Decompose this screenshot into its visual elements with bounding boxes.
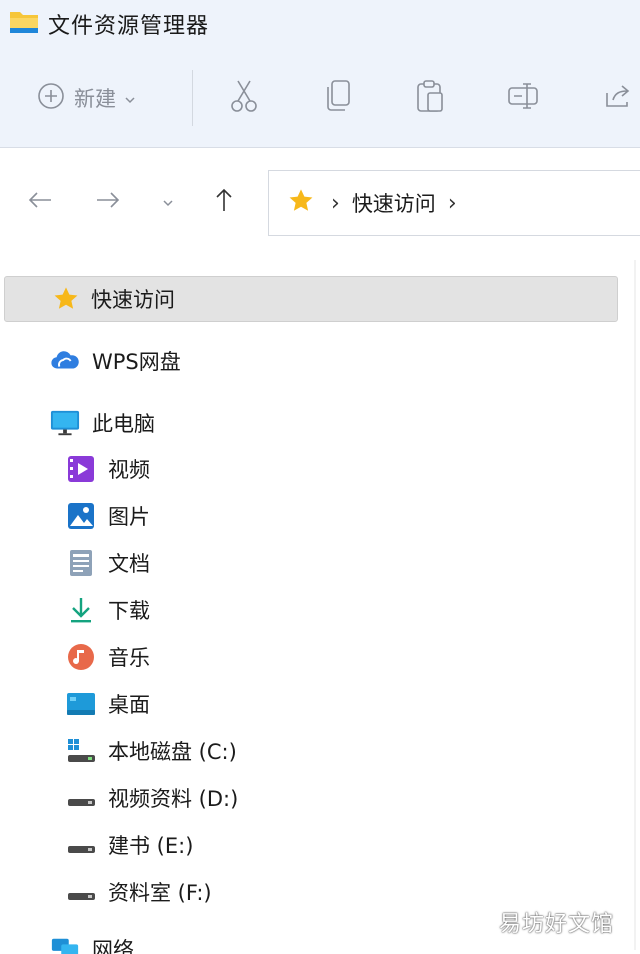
chevron-down-icon	[124, 89, 136, 108]
sidebar-item-drive-e[interactable]: 建书 (E:)	[0, 822, 640, 868]
back-button[interactable]	[22, 186, 58, 218]
sidebar-item-label: 下载	[108, 599, 150, 623]
share-icon	[603, 81, 633, 115]
sidebar-item-label: 快速访问	[91, 288, 175, 312]
sidebar-item-documents[interactable]: 文档	[0, 540, 640, 586]
drive-icon	[66, 877, 96, 907]
download-icon	[66, 595, 96, 625]
desktop-icon	[66, 689, 96, 719]
sidebar-item-label: 视频资料 (D:)	[108, 787, 239, 811]
paste-icon	[415, 79, 445, 117]
copy-button[interactable]	[318, 78, 358, 118]
sidebar-item-label: 视频	[108, 458, 150, 482]
sidebar-item-label: 此电脑	[92, 412, 155, 436]
sidebar-item-wps-drive[interactable]: WPS网盘	[0, 338, 640, 384]
sidebar-item-drive-d[interactable]: 视频资料 (D:)	[0, 775, 640, 821]
sidebar-item-desktop[interactable]: 桌面	[0, 681, 640, 727]
sidebar-item-label: 建书 (E:)	[108, 834, 194, 858]
forward-button[interactable]	[90, 186, 126, 218]
folder-icon	[8, 8, 40, 40]
chevron-down-icon	[161, 193, 175, 212]
arrow-left-icon	[27, 190, 53, 214]
navigation-bar: › 快速访问 ›	[0, 148, 640, 258]
recent-locations-button[interactable]	[150, 186, 186, 218]
cut-button[interactable]	[224, 78, 264, 118]
sidebar-item-music[interactable]: 音乐	[0, 634, 640, 680]
watermark-text: 易坊好文馆	[498, 912, 614, 937]
title-bar: 文件资源管理器	[0, 0, 640, 48]
monitor-icon	[50, 408, 80, 438]
arrow-right-icon	[95, 190, 121, 214]
address-bar[interactable]: › 快速访问 ›	[268, 170, 640, 236]
sidebar-item-quick-access[interactable]: 快速访问	[4, 276, 618, 322]
toolbar-divider	[192, 70, 193, 126]
chevron-right-icon: ›	[331, 190, 340, 216]
music-icon	[66, 642, 96, 672]
sidebar-item-label: WPS网盘	[92, 350, 181, 374]
system-drive-icon	[66, 736, 96, 766]
cloud-icon	[50, 346, 80, 376]
drive-icon	[66, 783, 96, 813]
sidebar-item-downloads[interactable]: 下载	[0, 587, 640, 633]
sidebar-item-pictures[interactable]: 图片	[0, 493, 640, 539]
rename-button[interactable]	[504, 78, 544, 118]
arrow-up-icon	[213, 187, 235, 217]
sidebar-item-label: 音乐	[108, 646, 150, 670]
rename-icon	[507, 81, 541, 115]
video-icon	[66, 454, 96, 484]
copy-icon	[324, 79, 352, 117]
pictures-icon	[66, 501, 96, 531]
scrollbar-track[interactable]	[634, 260, 636, 950]
network-icon	[50, 934, 80, 954]
command-bar: 新建	[0, 48, 640, 148]
star-icon	[287, 187, 315, 219]
navigation-pane: 快速访问 WPS网盘 此电脑 视频 图片 文档 下载 音乐 桌面 本地磁盘 (C…	[0, 258, 640, 954]
drive-icon	[66, 830, 96, 860]
plus-circle-icon	[36, 81, 66, 115]
up-button[interactable]	[206, 186, 242, 218]
sidebar-item-label: 桌面	[108, 693, 150, 717]
sidebar-item-label: 图片	[108, 505, 150, 529]
new-button-label: 新建	[74, 87, 116, 111]
sidebar-item-label: 本地磁盘 (C:)	[108, 740, 237, 764]
star-icon	[51, 284, 81, 314]
sidebar-item-label: 资料室 (F:)	[108, 881, 212, 905]
sidebar-item-label: 文档	[108, 552, 150, 576]
breadcrumb-quick-access[interactable]: 快速访问	[352, 188, 436, 218]
window-title: 文件资源管理器	[48, 14, 210, 39]
new-button[interactable]: 新建	[36, 78, 136, 118]
sidebar-item-drive-c[interactable]: 本地磁盘 (C:)	[0, 728, 640, 774]
documents-icon	[66, 548, 96, 578]
sidebar-item-this-pc[interactable]: 此电脑	[0, 400, 640, 446]
paste-button[interactable]	[410, 78, 450, 118]
sidebar-item-videos[interactable]: 视频	[0, 446, 640, 492]
share-button[interactable]	[598, 78, 638, 118]
chevron-right-icon: ›	[447, 190, 457, 216]
sidebar-item-label: 网络	[92, 938, 134, 954]
cut-icon	[229, 79, 259, 117]
